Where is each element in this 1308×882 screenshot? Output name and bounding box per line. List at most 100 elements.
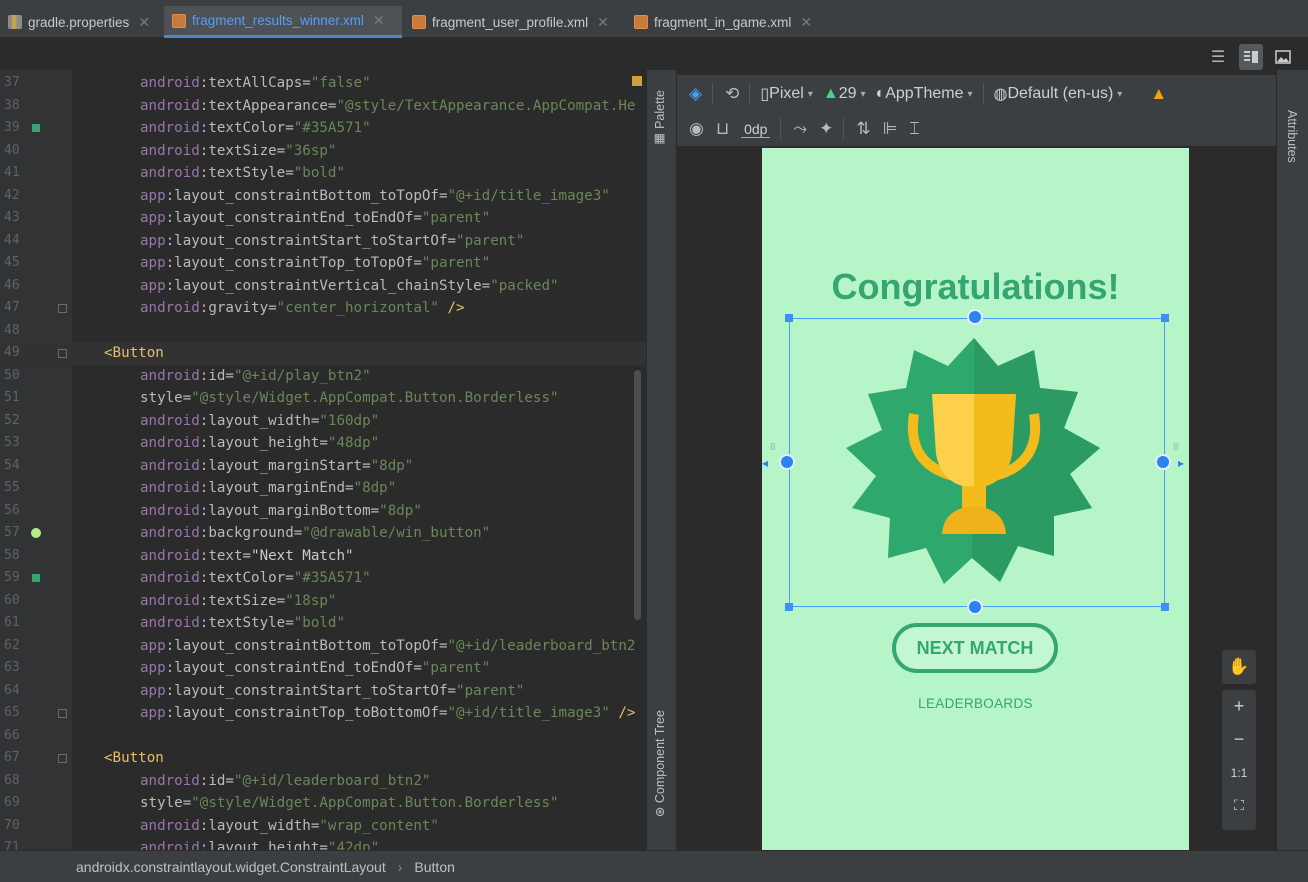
code-line[interactable]: 64 app:layout_constraintStart_toStartOf="… xyxy=(0,680,646,703)
code-line[interactable]: 68 android:id="@+id/leaderboard_btn2" xyxy=(0,770,646,793)
split-view-icon[interactable] xyxy=(1239,44,1263,70)
design-surface[interactable]: ◈ ⟲ ▯ Pixel ▾ ▲ 29 ▾ ◐ AppTheme ▾ ◍ Default… xyxy=(677,70,1276,850)
code-editor[interactable]: 37 android:textAllCaps="false" 38 android:t… xyxy=(0,70,646,850)
code-line[interactable]: 43 app:layout_constraintEnd_toEndOf="pare… xyxy=(0,207,646,230)
breadcrumb-item[interactable]: androidx.constraintlayout.widget.Constra… xyxy=(76,859,386,875)
congratulations-title[interactable]: Congratulations! xyxy=(762,266,1189,308)
warning-marker-icon[interactable] xyxy=(632,76,642,86)
clear-constraints-icon[interactable]: ⤳ xyxy=(793,119,807,139)
code-line[interactable]: 52 android:layout_width="160dp" xyxy=(0,410,646,433)
tab-gradle-properties[interactable]: gradle.properties ✕ xyxy=(0,6,150,38)
fold-marker-icon[interactable] xyxy=(58,709,67,718)
code-line[interactable]: 65 app:layout_constraintTop_toBottomOf="@… xyxy=(0,702,646,725)
color-swatch-icon[interactable] xyxy=(32,574,40,582)
code-line[interactable]: 70 android:layout_width="wrap_content" xyxy=(0,815,646,838)
resize-handle[interactable] xyxy=(1161,603,1169,611)
code-line[interactable]: 59 android:textColor="#35A571" xyxy=(0,567,646,590)
code-line[interactable]: 39 android:textColor="#35A571" xyxy=(0,117,646,140)
code-line[interactable]: 47 android:gravity="center_horizontal" /> xyxy=(0,297,646,320)
zoom-in-button[interactable]: + xyxy=(1222,690,1256,723)
eye-icon[interactable]: ◉ xyxy=(689,119,704,139)
code-line[interactable]: 66 xyxy=(0,725,646,748)
tab-fragment-in-game[interactable]: fragment_in_game.xml ✕ xyxy=(626,6,812,38)
component-tree-tab[interactable]: ⊛ Component Tree xyxy=(652,710,667,817)
constraint-anchor-end[interactable] xyxy=(1155,454,1171,470)
line-number: 44 xyxy=(4,232,20,248)
color-swatch-icon[interactable] xyxy=(32,124,40,132)
close-icon[interactable]: ✕ xyxy=(800,14,812,31)
code-line[interactable]: 44 app:layout_constraintStart_toStartOf="… xyxy=(0,230,646,253)
api-level-dropdown[interactable]: ▲ 29 ▾ xyxy=(823,85,866,103)
zoom-out-button[interactable]: − xyxy=(1222,723,1256,756)
close-icon[interactable]: ✕ xyxy=(597,14,609,31)
theme-dropdown[interactable]: ◐ AppTheme ▾ xyxy=(876,85,973,103)
fold-marker-icon[interactable] xyxy=(58,349,67,358)
pack-icon[interactable]: ⇅ xyxy=(856,119,870,139)
editor-scrollbar[interactable] xyxy=(634,370,641,620)
code-line[interactable]: 67 <Button xyxy=(0,747,646,770)
code-line[interactable]: 40 android:textSize="36sp" xyxy=(0,140,646,163)
code-line[interactable]: 57 android:background="@drawable/win_butt… xyxy=(0,522,646,545)
infer-constraints-icon[interactable]: ✦ xyxy=(819,119,833,139)
code-line[interactable]: 60 android:textSize="18sp" xyxy=(0,590,646,613)
resize-handle[interactable] xyxy=(1161,314,1169,322)
drawable-preview-icon[interactable] xyxy=(31,528,41,538)
code-line[interactable]: 46 app:layout_constraintVertical_chainSty… xyxy=(0,275,646,298)
code-line[interactable]: 48 xyxy=(0,320,646,343)
code-line[interactable]: 41 android:textStyle="bold" xyxy=(0,162,646,185)
code-line[interactable]: 62 app:layout_constraintBottom_toTopOf="@… xyxy=(0,635,646,658)
warning-icon[interactable]: ▲ xyxy=(1150,84,1167,104)
palette-tab[interactable]: ▦ Palette xyxy=(652,90,667,147)
fold-marker-icon[interactable] xyxy=(58,754,67,763)
code-token: android xyxy=(140,412,200,429)
phone-preview[interactable]: Congratulations! 8 8 ◂ ▸ NEXT MATCH LEAD… xyxy=(762,148,1189,850)
code-line[interactable]: 55 android:layout_marginEnd="8dp" xyxy=(0,477,646,500)
code-line[interactable]: 42 app:layout_constraintBottom_toTopOf="@… xyxy=(0,185,646,208)
guidelines-icon[interactable]: ⌶ xyxy=(909,119,919,139)
code-line[interactable]: 56 android:layout_marginBottom="8dp" xyxy=(0,500,646,523)
code-line[interactable]: 49 <Button xyxy=(0,342,646,365)
code-line[interactable]: 54 android:layout_marginStart="8dp" xyxy=(0,455,646,478)
resize-handle[interactable] xyxy=(785,314,793,322)
code-line[interactable]: 50 android:id="@+id/play_btn2" xyxy=(0,365,646,388)
orientation-icon[interactable]: ⟲ xyxy=(725,84,739,104)
tab-fragment-results-winner[interactable]: fragment_results_winner.xml ✕ xyxy=(164,6,402,38)
code-line[interactable]: 51 style="@style/Widget.AppCompat.Button.… xyxy=(0,387,646,410)
gradle-file-icon xyxy=(8,15,22,29)
tab-fragment-user-profile[interactable]: fragment_user_profile.xml ✕ xyxy=(404,6,609,38)
locale-dropdown[interactable]: ◍ Default (en-us) ▾ xyxy=(994,84,1123,104)
code-line[interactable]: 63 app:layout_constraintEnd_toEndOf="pare… xyxy=(0,657,646,680)
layers-icon[interactable]: ◈ xyxy=(689,84,702,104)
code-line[interactable]: 53 android:layout_height="48dp" xyxy=(0,432,646,455)
default-margin-field[interactable]: 0dp xyxy=(741,121,771,138)
close-icon[interactable]: ✕ xyxy=(138,14,150,31)
leaderboards-button[interactable]: LEADERBOARDS xyxy=(762,696,1189,711)
fold-marker-icon[interactable] xyxy=(58,304,67,313)
line-number: 42 xyxy=(4,187,20,203)
align-icon[interactable]: ⊫ xyxy=(883,119,898,139)
constraint-anchor-bottom[interactable] xyxy=(967,599,983,615)
zoom-to-fit-icon[interactable]: ⛶ xyxy=(1222,789,1256,822)
design-view-icon[interactable] xyxy=(1271,44,1295,70)
code-line[interactable]: 45 app:layout_constraintTop_toTopOf="pare… xyxy=(0,252,646,275)
code-line[interactable]: 71 android:layout_height="42dp" xyxy=(0,837,646,850)
code-line[interactable]: 58 android:text="Next Match" xyxy=(0,545,646,568)
pan-hand-icon[interactable]: ✋ xyxy=(1222,650,1256,684)
close-icon[interactable]: ✕ xyxy=(373,12,385,29)
code-line[interactable]: 61 android:textStyle="bold" xyxy=(0,612,646,635)
component-tree-icon: ⊛ xyxy=(653,803,667,818)
constraint-anchor-start[interactable] xyxy=(779,454,795,470)
attributes-tab[interactable]: Attributes xyxy=(1285,110,1299,163)
resize-handle[interactable] xyxy=(785,603,793,611)
line-number: 65 xyxy=(4,705,20,720)
zoom-one-to-one-button[interactable]: 1:1 xyxy=(1222,756,1256,789)
breadcrumb-item[interactable]: Button xyxy=(414,859,454,875)
code-line[interactable]: 38 android:textAppearance="@style/TextApp… xyxy=(0,95,646,118)
code-view-icon[interactable]: ☰ xyxy=(1206,44,1230,70)
code-line[interactable]: 69 style="@style/Widget.AppCompat.Button.… xyxy=(0,792,646,815)
device-dropdown[interactable]: ▯ Pixel ▾ xyxy=(760,84,813,104)
magnet-off-icon[interactable]: ⊔ xyxy=(716,119,729,139)
code-line[interactable]: 37 android:textAllCaps="false" xyxy=(0,72,646,95)
next-match-button[interactable]: NEXT MATCH xyxy=(892,623,1058,673)
constraint-anchor-top[interactable] xyxy=(967,309,983,325)
